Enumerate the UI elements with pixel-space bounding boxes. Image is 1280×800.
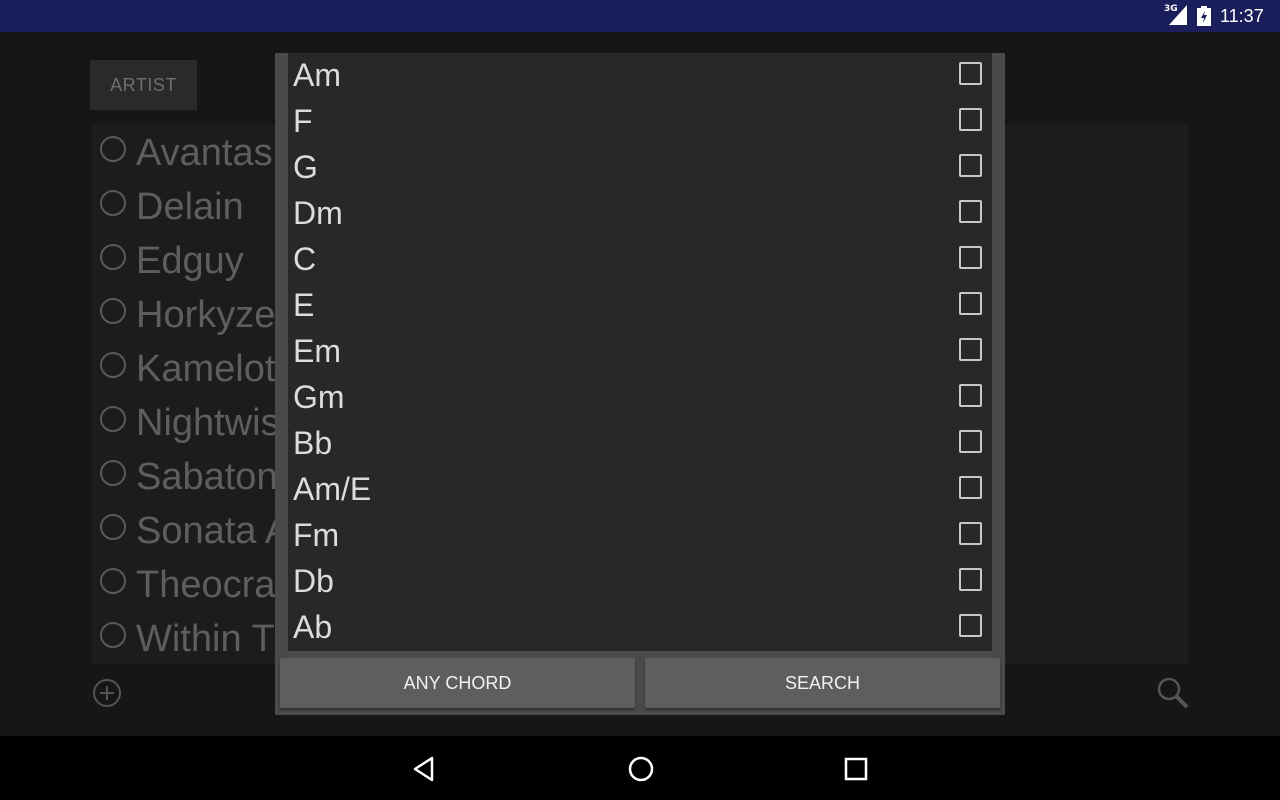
chord-label: E: [293, 287, 315, 323]
chord-filter-dialog: Am F G Dm C E Em Gm Bb Am/E Fm Db Ab ANY…: [275, 53, 1005, 715]
artist-name: Avantas: [136, 131, 273, 174]
artist-item[interactable]: Avantas: [100, 126, 273, 180]
chord-label: Em: [293, 333, 341, 369]
chord-label: Ab: [293, 609, 333, 645]
artist-item[interactable]: Within T: [100, 612, 275, 666]
chord-label: Dm: [293, 195, 343, 231]
chord-checkbox[interactable]: [959, 614, 982, 637]
artist-name: Delain: [136, 185, 244, 228]
radio-icon: [100, 352, 126, 378]
chord-checkbox[interactable]: [959, 246, 982, 269]
chord-label: G: [293, 149, 318, 185]
chord-checkbox[interactable]: [959, 154, 982, 177]
chord-row[interactable]: Am/E: [288, 467, 992, 513]
search-button[interactable]: SEARCH: [645, 658, 1000, 708]
radio-icon: [100, 190, 126, 216]
back-icon[interactable]: [410, 754, 440, 784]
artist-item[interactable]: Sonata A: [100, 504, 290, 558]
artist-item[interactable]: Sabaton: [100, 450, 278, 504]
any-chord-button[interactable]: ANY CHORD: [280, 658, 635, 708]
chord-label: C: [293, 241, 317, 277]
artist-item[interactable]: Theocra: [100, 558, 275, 612]
chord-row[interactable]: Bb: [288, 421, 992, 467]
chord-list[interactable]: Am F G Dm C E Em Gm Bb Am/E Fm Db Ab: [288, 53, 992, 651]
battery-charging-icon: [1197, 6, 1211, 26]
chord-label: F: [293, 103, 313, 139]
chord-checkbox[interactable]: [959, 430, 982, 453]
chord-checkbox[interactable]: [959, 62, 982, 85]
search-icon[interactable]: [1156, 676, 1190, 710]
artist-name: Nightwis: [136, 401, 280, 444]
chord-checkbox[interactable]: [959, 522, 982, 545]
navigation-bar: [0, 736, 1280, 800]
artist-name: Horkyze: [136, 293, 276, 336]
chord-row[interactable]: C: [288, 237, 992, 283]
chord-row[interactable]: Gm: [288, 375, 992, 421]
artist-name: Edguy: [136, 239, 244, 282]
chord-row[interactable]: Fm: [288, 513, 992, 559]
chord-checkbox[interactable]: [959, 338, 982, 361]
status-bar: 3G 11:37: [0, 0, 1280, 32]
radio-icon: [100, 298, 126, 324]
chord-row[interactable]: Db: [288, 559, 992, 605]
artist-name: Within T: [136, 617, 275, 660]
artist-item[interactable]: Nightwis: [100, 396, 280, 450]
chord-label: Am/E: [293, 471, 372, 507]
chord-label: Db: [293, 563, 334, 599]
chord-row[interactable]: G: [288, 145, 992, 191]
chord-row[interactable]: F: [288, 99, 992, 145]
chord-label: Gm: [293, 379, 345, 415]
radio-icon: [100, 136, 126, 162]
add-icon[interactable]: [92, 678, 122, 708]
artist-name: Theocra: [136, 563, 276, 606]
radio-icon: [100, 244, 126, 270]
chord-checkbox[interactable]: [959, 292, 982, 315]
chord-checkbox[interactable]: [959, 200, 982, 223]
chord-checkbox[interactable]: [959, 476, 982, 499]
chord-label: Fm: [293, 517, 340, 553]
artist-name: Sabaton: [136, 455, 278, 498]
radio-icon: [100, 514, 126, 540]
clock: 11:37: [1220, 6, 1264, 26]
artist-item[interactable]: Edguy: [100, 234, 244, 288]
recents-icon[interactable]: [841, 754, 871, 784]
radio-icon: [100, 460, 126, 486]
radio-icon: [100, 622, 126, 648]
artist-name: Kamelot: [136, 347, 276, 390]
home-icon[interactable]: [626, 754, 656, 784]
signal-icon: [1169, 5, 1187, 25]
artist-name: Sonata A: [136, 509, 291, 552]
chord-row[interactable]: Dm: [288, 191, 992, 237]
chord-checkbox[interactable]: [959, 384, 982, 407]
chord-checkbox[interactable]: [959, 568, 982, 591]
radio-icon: [100, 406, 126, 432]
artist-item[interactable]: Horkyze: [100, 288, 275, 342]
chord-label: Am: [293, 57, 341, 93]
chord-label: Bb: [293, 425, 333, 461]
chord-checkbox[interactable]: [959, 108, 982, 131]
artist-item[interactable]: Delain: [100, 180, 244, 234]
tab-artist[interactable]: ARTIST: [90, 60, 197, 110]
chord-row[interactable]: E: [288, 283, 992, 329]
chord-row[interactable]: Ab: [288, 605, 992, 651]
radio-icon: [100, 568, 126, 594]
chord-row[interactable]: Em: [288, 329, 992, 375]
chord-row[interactable]: Am: [288, 53, 992, 99]
artist-item[interactable]: Kamelot: [100, 342, 275, 396]
